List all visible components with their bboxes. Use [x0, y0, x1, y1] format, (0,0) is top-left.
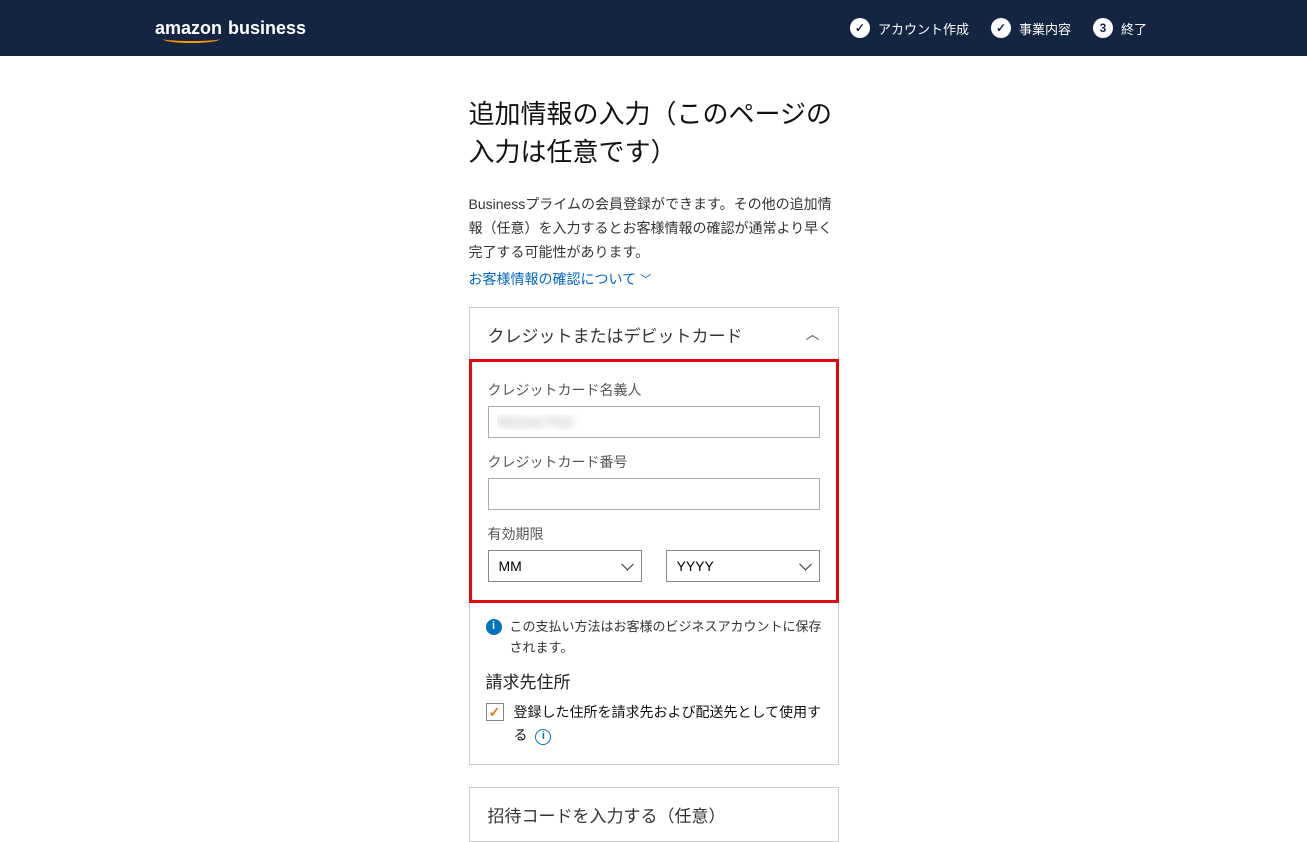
progress-steps: アカウント作成 事業内容 3 終了: [850, 18, 1147, 38]
step-number: 3: [1093, 18, 1113, 38]
page-title: 追加情報の入力（このページの入力は任意です）: [469, 96, 839, 171]
info-link[interactable]: お客様情報の確認について ﹀: [469, 269, 652, 289]
info-icon[interactable]: i: [535, 729, 551, 745]
header: amazon business アカウント作成 事業内容 3 終了: [0, 0, 1307, 56]
check-icon: [991, 18, 1011, 38]
card-number-input[interactable]: [488, 478, 820, 510]
step-account: アカウント作成: [850, 18, 969, 38]
logo: amazon business: [155, 18, 306, 39]
card-form-highlight: クレジットカード名義人 クレジットカード番号 有効期限 MM YYYY: [469, 359, 839, 603]
expiry-year-select[interactable]: YYYY: [666, 550, 820, 582]
info-link-text: お客様情報の確認について: [469, 269, 637, 289]
credit-card-section: クレジットまたはデビットカード ︿ クレジットカード名義人 クレジットカード番号…: [469, 307, 839, 765]
main-content: 追加情報の入力（このページの入力は任意です） Businessプライムの会員登録…: [469, 96, 839, 842]
card-number-label: クレジットカード番号: [488, 452, 820, 472]
chevron-up-icon: ︿: [806, 324, 820, 344]
info-text: この支払い方法はお客様のビジネスアカウントに保存されます。: [510, 617, 822, 659]
billing-heading: 請求先住所: [470, 662, 838, 701]
check-icon: [850, 18, 870, 38]
invite-code-title: 招待コードを入力する（任意）: [488, 807, 726, 826]
expiry-row: MM YYYY: [488, 550, 820, 582]
expiry-label: 有効期限: [488, 524, 820, 544]
step-label: 事業内容: [1019, 19, 1071, 38]
info-icon: i: [486, 619, 502, 635]
step-business: 事業内容: [991, 18, 1071, 38]
billing-checkbox-row: 登録した住所を請求先および配送先として使用する i: [470, 701, 838, 764]
month-select-wrap: MM: [488, 550, 642, 582]
invite-code-section[interactable]: 招待コードを入力する（任意）: [469, 787, 839, 842]
page-description: Businessプライムの会員登録ができます。その他の追加情報（任意）を入力する…: [469, 193, 839, 264]
year-select-wrap: YYYY: [666, 550, 820, 582]
step-label: アカウント作成: [878, 19, 969, 38]
card-name-label: クレジットカード名義人: [488, 380, 820, 400]
card-header[interactable]: クレジットまたはデビットカード ︿: [470, 308, 838, 359]
logo-amazon: amazon: [155, 18, 222, 39]
payment-info-note: i この支払い方法はお客様のビジネスアカウントに保存されます。: [470, 603, 838, 663]
step-label: 終了: [1121, 19, 1147, 38]
step-finish: 3 終了: [1093, 18, 1147, 38]
card-title: クレジットまたはデビットカード: [488, 322, 743, 347]
chevron-down-icon: ﹀: [640, 271, 651, 287]
logo-business: business: [228, 18, 306, 39]
card-name-input[interactable]: [488, 406, 820, 438]
checkbox-label: 登録した住所を請求先および配送先として使用する i: [514, 701, 822, 746]
expiry-month-select[interactable]: MM: [488, 550, 642, 582]
use-registered-address-checkbox[interactable]: [486, 703, 504, 721]
